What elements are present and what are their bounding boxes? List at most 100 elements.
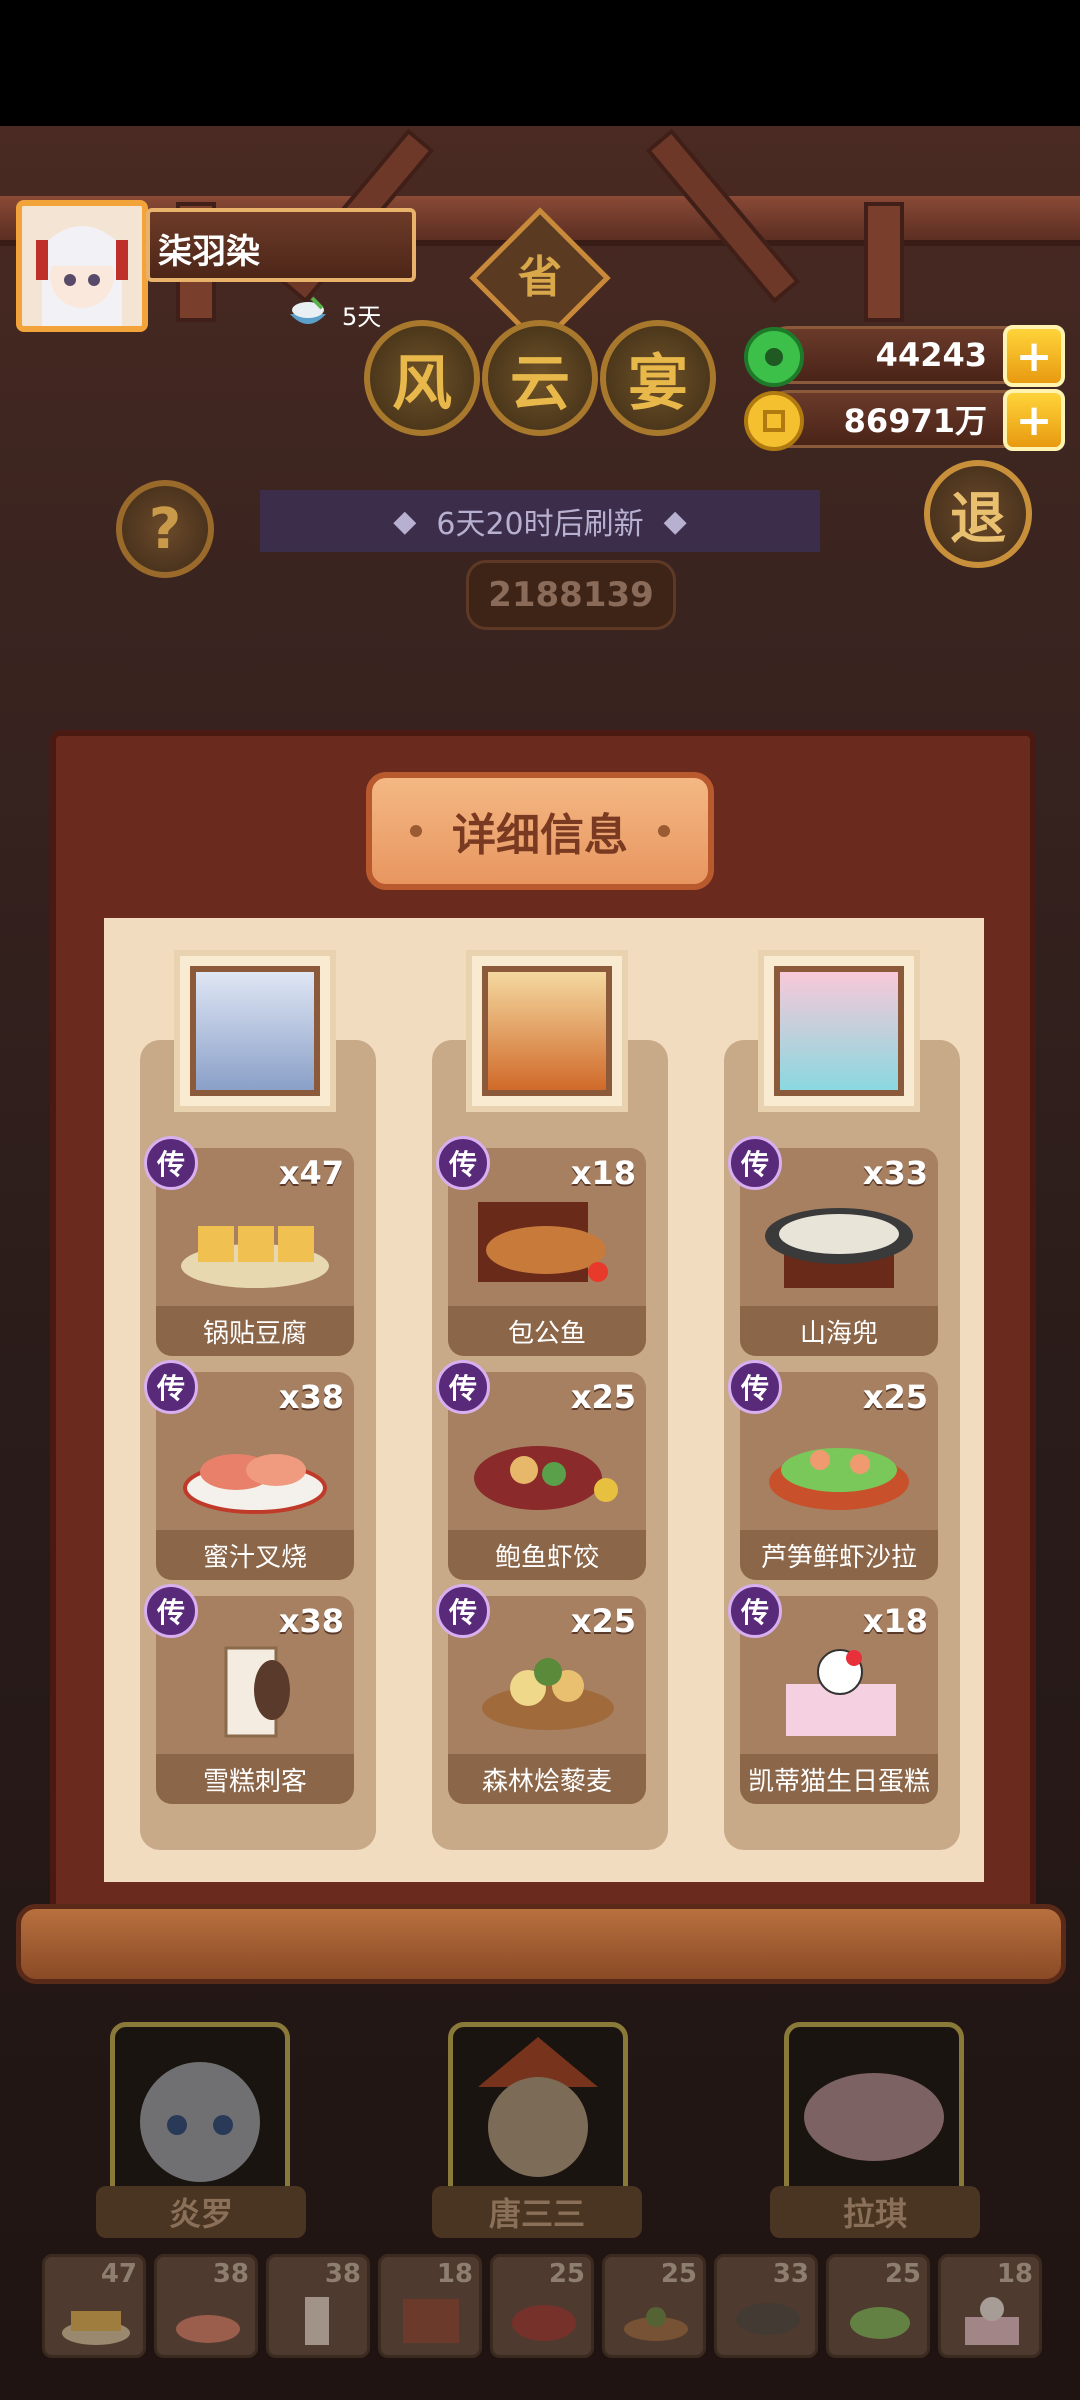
dish-name: 凯蒂猫生日蛋糕 — [740, 1754, 938, 1804]
dish-thumb[interactable]: 47 — [42, 2254, 146, 2358]
dish-thumb-icon — [62, 2311, 130, 2345]
dish-thumb[interactable]: 25 — [490, 2254, 594, 2358]
province-label: 省 — [518, 252, 562, 303]
dish-card[interactable]: 传 x33 山海兜 — [728, 1136, 938, 1356]
event-title-char: 风 — [364, 320, 480, 436]
dish-icon — [765, 1208, 913, 1288]
dish-count: x25 — [862, 1378, 928, 1416]
dish-icon — [482, 1658, 614, 1730]
dish-name: 雪糕刺客 — [156, 1754, 354, 1804]
dish-thumb[interactable]: 25 — [602, 2254, 706, 2358]
dish-thumb-icon — [176, 2315, 240, 2343]
jade-value: 44243 — [875, 336, 987, 374]
thumb-count: 18 — [436, 2259, 473, 2289]
character-portrait-icon — [804, 2073, 944, 2161]
dish-thumb[interactable]: 18 — [378, 2254, 482, 2358]
thumb-count: 38 — [212, 2259, 249, 2289]
dish-card[interactable]: 传 x25 森林烩藜麦 — [436, 1584, 646, 1804]
thumb-count: 47 — [100, 2259, 137, 2289]
thumb-count: 25 — [660, 2259, 697, 2289]
dish-thumb-icon — [850, 2307, 910, 2339]
exit-button[interactable]: 退 — [924, 460, 1032, 568]
dish-count: x33 — [862, 1154, 928, 1192]
dish-count: x18 — [862, 1602, 928, 1640]
dish-thumb[interactable]: 33 — [714, 2254, 818, 2358]
detail-tab: 详细信息 — [366, 772, 714, 890]
dish-icon — [769, 1448, 909, 1510]
character-name: 拉琪 — [770, 2186, 980, 2238]
status-bar — [0, 0, 1080, 126]
coin-resource: 86971万 + — [744, 389, 1065, 451]
legend-tag: 传 — [144, 1136, 198, 1190]
event-title-char: 宴 — [600, 320, 716, 436]
dish-thumb-icon — [965, 2297, 1019, 2345]
avatar-portrait-icon — [22, 206, 142, 326]
character-portrait-icon — [140, 2062, 260, 2182]
dish-name: 锅贴豆腐 — [156, 1306, 354, 1356]
days-counter: 5天 — [286, 292, 381, 336]
dish-icon — [181, 1226, 329, 1288]
thumb-count: 25 — [884, 2259, 921, 2289]
chef-portrait[interactable] — [466, 950, 628, 1112]
dish-count: x38 — [278, 1378, 344, 1416]
dish-thumb[interactable]: 18 — [938, 2254, 1042, 2358]
dish-card[interactable]: 传 x25 芦笋鲜虾沙拉 — [728, 1360, 938, 1580]
dish-thumb-icon — [305, 2297, 329, 2345]
jade-icon — [744, 327, 804, 387]
player-avatar[interactable] — [16, 200, 148, 332]
add-jade-button[interactable]: + — [1003, 325, 1065, 387]
dish-count: x47 — [278, 1154, 344, 1192]
dish-card[interactable]: 传 x18 包公鱼 — [436, 1136, 646, 1356]
dish-name: 蜜汁叉烧 — [156, 1530, 354, 1580]
coin-icon — [744, 391, 804, 451]
legend-tag: 传 — [144, 1360, 198, 1414]
player-name: 柒羽染 — [146, 208, 416, 282]
add-coin-button[interactable]: + — [1003, 389, 1065, 451]
refresh-text: 6天20时后刷新 — [436, 507, 644, 542]
dish-icon — [786, 1649, 896, 1736]
dot-icon — [410, 825, 422, 837]
dish-name: 鲍鱼虾饺 — [448, 1530, 646, 1580]
chef-portrait[interactable] — [758, 950, 920, 1112]
thumb-count: 25 — [548, 2259, 585, 2289]
dish-name: 山海兜 — [740, 1306, 938, 1356]
roof-pillar — [864, 202, 904, 322]
legend-tag: 传 — [436, 1136, 490, 1190]
character-slot[interactable] — [448, 2022, 628, 2202]
dish-thumb-icon — [512, 2305, 576, 2341]
dish-count: x18 — [570, 1154, 636, 1192]
dish-thumb-icon — [624, 2307, 688, 2341]
diamond-icon: ◆ — [663, 503, 687, 539]
dish-thumb[interactable]: 38 — [266, 2254, 370, 2358]
dish-icon — [183, 1454, 327, 1514]
dish-card[interactable]: 传 x18 凯蒂猫生日蛋糕 — [728, 1584, 938, 1804]
dish-thumb[interactable]: 25 — [826, 2254, 930, 2358]
dish-thumb-icon — [403, 2299, 459, 2343]
scroll-roller — [16, 1904, 1066, 1984]
dish-icon — [474, 1446, 618, 1510]
score-display: 2188139 — [466, 560, 676, 630]
thumb-count: 33 — [772, 2259, 809, 2289]
legend-tag: 传 — [144, 1584, 198, 1638]
dish-thumb[interactable]: 38 — [154, 2254, 258, 2358]
legend-tag: 传 — [436, 1360, 490, 1414]
chef-portrait[interactable] — [174, 950, 336, 1112]
thumb-count: 18 — [996, 2259, 1033, 2289]
days-value: 5天 — [342, 302, 382, 331]
dish-count: x25 — [570, 1602, 636, 1640]
character-name: 唐三三 — [432, 2186, 642, 2238]
dish-card[interactable]: 传 x25 鲍鱼虾饺 — [436, 1360, 646, 1580]
dish-card[interactable]: 传 x38 蜜汁叉烧 — [144, 1360, 354, 1580]
character-slot[interactable] — [784, 2022, 964, 2202]
event-title-char: 云 — [482, 320, 598, 436]
dish-count: x25 — [570, 1378, 636, 1416]
dish-name: 芦笋鲜虾沙拉 — [740, 1530, 938, 1580]
dish-name: 森林烩藜麦 — [448, 1754, 646, 1804]
help-button[interactable]: ? — [116, 480, 214, 578]
character-name: 炎罗 — [96, 2186, 306, 2238]
dish-card[interactable]: 传 x38 雪糕刺客 — [144, 1584, 354, 1804]
refresh-timer: ◆ 6天20时后刷新 ◆ — [260, 490, 820, 552]
dish-card[interactable]: 传 x47 锅贴豆腐 — [144, 1136, 354, 1356]
character-slot[interactable] — [110, 2022, 290, 2202]
rice-bowl-icon — [290, 296, 326, 324]
